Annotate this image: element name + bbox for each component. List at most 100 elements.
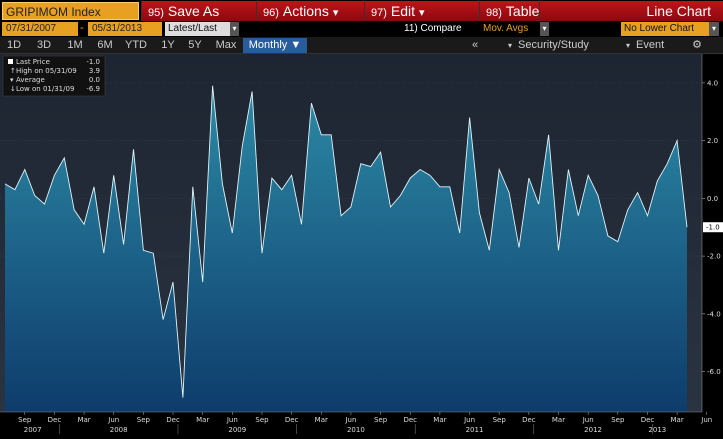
security-study-label: Security/Study xyxy=(518,39,589,51)
save-as-button[interactable]: 95) Save As xyxy=(141,1,256,21)
date-row: 07/31/2007 - 05/31/2013 Latest/Last ▾ 11… xyxy=(0,21,723,37)
x-tick-label: Dec xyxy=(285,416,299,424)
legend-value-low: -6.9 xyxy=(86,85,100,93)
x-year-label: 2011 xyxy=(466,426,484,434)
chevron-down-icon: ▾ xyxy=(332,7,339,19)
period-row: 1D 3D 1M 6M YTD 1Y 5Y Max Monthly ▼ « ▾ S… xyxy=(0,37,723,54)
x-tick-label: Jun xyxy=(700,416,712,424)
edit-label: Edit xyxy=(390,3,416,19)
chart-svg: 4.02.00.0-2.0-4.0-6.0-1.0 Sep Dec Mar Jun Se… xyxy=(0,54,723,434)
legend-label-low: Low on 01/31/09 xyxy=(16,85,74,93)
legend-label-last: Last Price xyxy=(16,58,50,66)
actions-button[interactable]: 96) Actions ▾ xyxy=(256,1,364,21)
legend-label-high: High on 05/31/09 xyxy=(16,67,77,75)
security-study-tab[interactable]: ▾ Security/Study xyxy=(508,38,608,53)
last-value-label: -1.0 xyxy=(706,224,720,232)
x-tick-label: Jun xyxy=(463,416,475,424)
x-tick-label: Dec xyxy=(403,416,417,424)
period-1y[interactable]: 1Y xyxy=(158,38,178,53)
period-max[interactable]: Max xyxy=(212,38,240,53)
event-tab[interactable]: ▾ Event xyxy=(626,38,676,53)
mov-avgs-select[interactable]: Mov. Avgs xyxy=(483,22,528,36)
x-year-label: 2010 xyxy=(347,426,365,434)
period-ytd[interactable]: YTD xyxy=(122,38,150,53)
chevron-down-icon[interactable]: ▾ xyxy=(230,22,239,36)
period-5y[interactable]: 5Y xyxy=(184,38,206,53)
x-tick-label: Jun xyxy=(107,416,119,424)
gear-icon[interactable]: ⚙ xyxy=(691,38,703,53)
table-number: 98) xyxy=(486,7,502,19)
x-tick-label: Sep xyxy=(611,416,625,424)
x-year-label: 2008 xyxy=(110,426,128,434)
x-tick-label: Jun xyxy=(582,416,594,424)
actions-number: 96) xyxy=(263,7,279,19)
period-3d[interactable]: 3D xyxy=(34,38,54,53)
compare-button[interactable]: 11) Compare xyxy=(404,22,462,36)
date-separator: - xyxy=(80,22,84,34)
x-tick-label: Mar xyxy=(315,416,328,424)
x-tick-label: Mar xyxy=(77,416,90,424)
collapse-icon[interactable]: « xyxy=(468,38,482,53)
table-button[interactable]: 98) Table xyxy=(479,1,539,21)
y-tick-label: -2.0 xyxy=(707,253,721,261)
x-year-label: 2013 xyxy=(648,426,666,434)
chart-type-button[interactable]: Line Chart xyxy=(539,1,723,21)
last-price-swatch xyxy=(8,59,13,64)
x-tick-label: Mar xyxy=(196,416,209,424)
x-year-label: 2007 xyxy=(24,426,42,434)
y-tick-label: 0.0 xyxy=(707,195,718,203)
frequency-select[interactable]: Monthly ▼ xyxy=(243,38,307,53)
save-as-number: 95) xyxy=(148,7,164,19)
y-axis: 4.0 2.0 0.0 -2.0 -4.0 -6.0 -1.0 xyxy=(701,54,723,412)
period-6m[interactable]: 6M xyxy=(94,38,116,53)
x-tick-label: Dec xyxy=(641,416,655,424)
x-tick-label: Jun xyxy=(226,416,238,424)
x-tick-label: Mar xyxy=(671,416,684,424)
chevron-down-icon[interactable]: ▾ xyxy=(540,22,549,36)
x-tick-label: Mar xyxy=(552,416,565,424)
ticker-field[interactable]: GRIPIMOM Index xyxy=(2,2,139,20)
legend-value-average: 0.0 xyxy=(89,76,100,84)
x-axis: Sep Dec Mar Jun Sep Dec Mar Jun Sep Dec Mar Jun Sep D… xyxy=(0,411,712,434)
average-marker-icon: ▾ xyxy=(10,76,14,84)
x-tick-label: Sep xyxy=(137,416,151,424)
latest-select[interactable]: Latest/Last xyxy=(165,22,230,36)
y-tick-label: -4.0 xyxy=(707,310,721,318)
x-tick-label: Mar xyxy=(433,416,446,424)
end-date-input[interactable]: 05/31/2013 xyxy=(88,22,162,36)
y-tick-label: 2.0 xyxy=(707,137,718,145)
chevron-down-icon: ▾ xyxy=(626,41,631,50)
edit-button[interactable]: 97) Edit ▾ xyxy=(364,1,479,21)
table-label: Table xyxy=(505,3,540,19)
legend-value-high: 3.9 xyxy=(89,67,100,75)
event-label: Event xyxy=(636,39,665,51)
period-1m[interactable]: 1M xyxy=(64,38,86,53)
x-tick-label: Dec xyxy=(48,416,62,424)
chevron-down-icon: ▾ xyxy=(419,7,425,19)
save-as-label: Save As xyxy=(167,3,220,19)
low-marker-icon: ↓ xyxy=(10,85,16,93)
high-marker-icon: ↑ xyxy=(10,67,16,75)
legend-label-average: Average xyxy=(16,76,45,84)
legend-box: Last Price -1.0 ↑ High on 05/31/09 3.9 ▾… xyxy=(2,55,106,97)
x-tick-label: Jun xyxy=(344,416,356,424)
legend-value-last: -1.0 xyxy=(86,58,100,66)
chevron-down-icon: ▾ xyxy=(508,41,513,50)
chevron-down-icon[interactable]: ▾ xyxy=(709,22,719,36)
actions-label: Actions xyxy=(282,3,329,19)
x-tick-label: Sep xyxy=(18,416,32,424)
y-tick-label: 4.0 xyxy=(707,79,718,87)
period-1d[interactable]: 1D xyxy=(4,38,24,53)
lower-chart-select[interactable]: No Lower Chart xyxy=(621,22,709,36)
x-tick-label: Dec xyxy=(522,416,536,424)
start-date-input[interactable]: 07/31/2007 xyxy=(2,22,78,36)
x-year-label: 2012 xyxy=(584,426,602,434)
x-tick-label: Sep xyxy=(255,416,269,424)
toolbar: GRIPIMOM Index 95) Save As 96) Actions ▾ 97… xyxy=(0,0,723,21)
x-tick-label: Dec xyxy=(166,416,180,424)
x-year-label: 2009 xyxy=(228,426,246,434)
x-tick-label: Sep xyxy=(374,416,388,424)
x-tick-label: Sep xyxy=(493,416,507,424)
y-tick-label: -6.0 xyxy=(707,368,721,376)
chart-area: 4.0 2.0 0.0 -2.0 -4.0 -6.0 -1.0 Sep Dec Mar Jun Se… xyxy=(0,54,723,439)
